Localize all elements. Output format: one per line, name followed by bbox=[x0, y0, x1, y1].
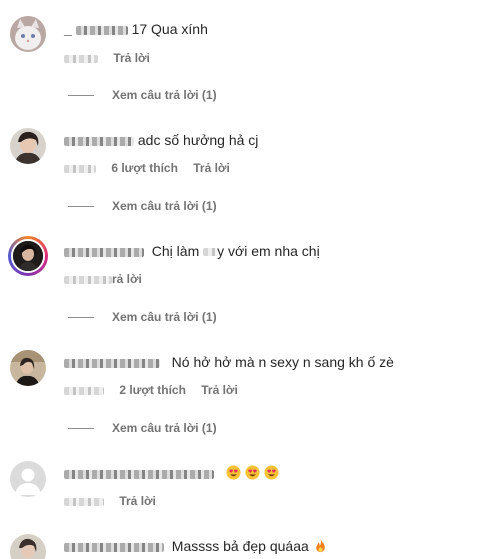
view-replies-link[interactable]: Xem câu trả lời (1) bbox=[68, 87, 217, 103]
comment-body: Massss bả đẹp quáaa bbox=[64, 537, 332, 555]
avatar-with-story-ring[interactable] bbox=[8, 236, 48, 276]
reply-button[interactable]: Trả lời bbox=[113, 51, 150, 65]
view-replies-link[interactable]: Xem câu trả lời (1) bbox=[68, 309, 217, 325]
view-replies-label: Xem câu trả lời (1) bbox=[112, 199, 217, 213]
username-redacted[interactable] bbox=[64, 354, 172, 370]
comment-meta: rả lời bbox=[64, 271, 142, 287]
likes-count[interactable]: 6 lượt thích bbox=[111, 161, 178, 175]
comment-meta: 2 lượt thích Trả lời bbox=[64, 382, 238, 398]
heart-eyes-emoji bbox=[226, 465, 241, 480]
timestamp-redacted bbox=[64, 54, 98, 63]
default-user-icon bbox=[10, 461, 46, 497]
comment-body: Chị làm y với em nha chị bbox=[64, 242, 320, 260]
avatar[interactable] bbox=[10, 534, 46, 559]
comment-meta: Trả lời bbox=[64, 493, 156, 509]
reply-button[interactable]: rả lời bbox=[112, 272, 142, 286]
timestamp-redacted bbox=[64, 164, 96, 173]
avatar[interactable] bbox=[10, 128, 46, 164]
comment-text: 17 Qua xính bbox=[131, 21, 208, 37]
person-avatar-image bbox=[10, 350, 46, 386]
cat-avatar-image bbox=[10, 16, 46, 52]
username-redacted[interactable] bbox=[64, 132, 138, 148]
person-avatar-image bbox=[10, 128, 46, 164]
comment-text-part-1: Chị làm bbox=[151, 243, 200, 259]
view-replies-link[interactable]: Xem câu trả lời (1) bbox=[68, 198, 217, 214]
divider-line bbox=[68, 317, 94, 319]
divider-line bbox=[68, 428, 94, 430]
avatar-default[interactable] bbox=[10, 461, 46, 497]
comment-body: _ 17 Qua xính bbox=[64, 20, 208, 38]
timestamp-redacted bbox=[64, 386, 104, 395]
divider-line bbox=[68, 206, 94, 208]
comment-text: Nó hở hở mà n sexy n sang kh ố zè bbox=[171, 354, 394, 370]
view-replies-link[interactable]: Xem câu trả lời (1) bbox=[68, 420, 217, 436]
comment-body bbox=[64, 464, 283, 482]
reply-button[interactable]: Trả lời bbox=[201, 383, 238, 397]
comment-text-part-2: y với em nha chị bbox=[217, 243, 320, 259]
avatar[interactable] bbox=[10, 350, 46, 386]
view-replies-label: Xem câu trả lời (1) bbox=[112, 310, 217, 324]
username-redacted[interactable] bbox=[64, 243, 152, 259]
reply-button[interactable]: Trả lời bbox=[193, 161, 230, 175]
comment-body: adc số hưởng hả cj bbox=[64, 131, 258, 149]
comment-meta: 6 lượt thích Trả lời bbox=[64, 160, 230, 176]
username-redacted[interactable] bbox=[64, 465, 222, 481]
person-avatar-image bbox=[13, 241, 43, 271]
timestamp-redacted bbox=[64, 497, 104, 506]
comment-body: Nó hở hở mà n sexy n sang kh ố zè bbox=[64, 353, 394, 371]
username-redacted[interactable] bbox=[64, 538, 172, 554]
person-avatar-image bbox=[10, 534, 46, 559]
comment-text: adc số hưởng hả cj bbox=[137, 132, 259, 148]
avatar[interactable] bbox=[10, 16, 46, 52]
comment-meta: Trả lời bbox=[64, 50, 150, 66]
username-redacted[interactable]: _ bbox=[64, 21, 132, 37]
view-replies-label: Xem câu trả lời (1) bbox=[112, 88, 217, 102]
divider-line bbox=[68, 95, 94, 97]
likes-count[interactable]: 2 lượt thích bbox=[119, 383, 186, 397]
heart-eyes-emoji bbox=[264, 465, 279, 480]
comments-panel: _ 17 Qua xính Trả lời Xem câu trả lời (1… bbox=[0, 0, 481, 559]
view-replies-label: Xem câu trả lời (1) bbox=[112, 421, 217, 435]
fire-emoji bbox=[315, 538, 325, 553]
reply-button[interactable]: Trả lời bbox=[119, 494, 156, 508]
redacted-text bbox=[203, 248, 218, 257]
avatar-image bbox=[11, 239, 45, 273]
comment-text: Massss bả đẹp quáaa bbox=[171, 538, 309, 554]
heart-eyes-emoji bbox=[245, 465, 260, 480]
timestamp-redacted bbox=[64, 275, 112, 284]
